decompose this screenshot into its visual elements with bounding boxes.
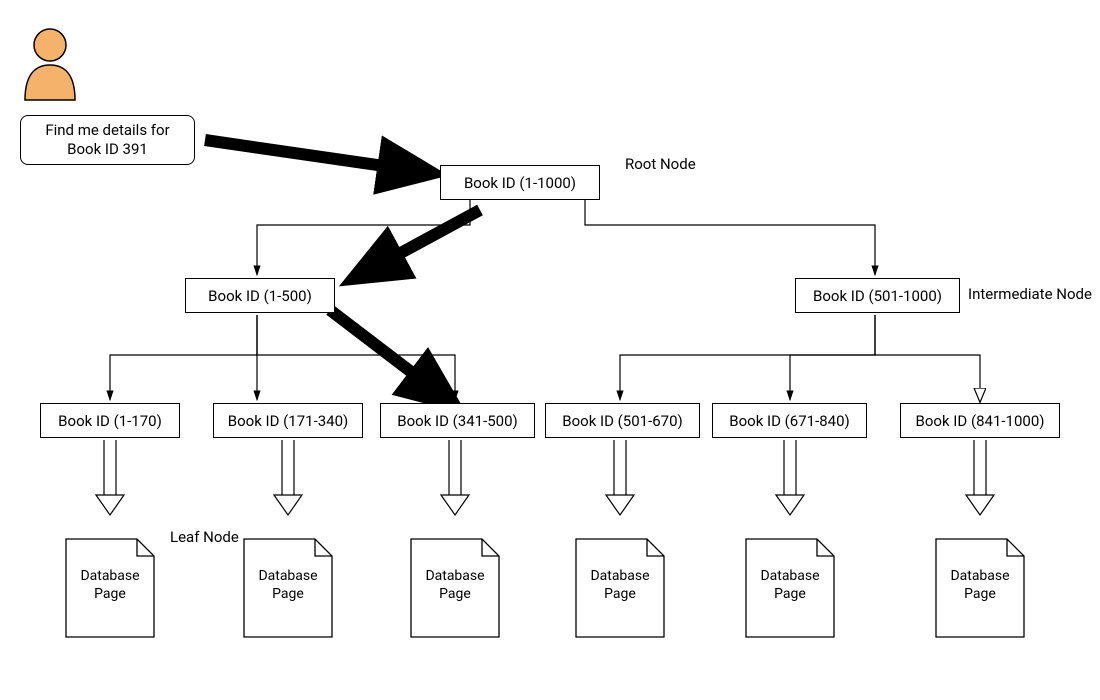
db-page-label: Database Page bbox=[745, 568, 835, 603]
leaf-2: Book ID (171-340) bbox=[213, 403, 363, 438]
db-page-1: Database Page bbox=[65, 538, 155, 638]
user-icon bbox=[25, 29, 75, 100]
db-page-3: Database Page bbox=[410, 538, 500, 638]
db-page-label: Database Page bbox=[410, 568, 500, 603]
edge-r-leaf5 bbox=[790, 315, 875, 400]
path-arrow-2 bbox=[330, 310, 448, 400]
intermediate-right: Book ID (501-1000) bbox=[795, 278, 960, 313]
leaf-6: Book ID (841-1000) bbox=[900, 403, 1060, 438]
db-page-label: Database Page bbox=[575, 568, 665, 603]
leaf-node-label: Leaf Node bbox=[170, 528, 239, 546]
edge-r-leaf6 bbox=[875, 315, 980, 400]
query-arrow bbox=[205, 140, 425, 172]
edge-root-left bbox=[257, 200, 470, 275]
leaf-page-arrows bbox=[96, 440, 994, 515]
db-page-2: Database Page bbox=[243, 538, 333, 638]
edge-l-leaf3 bbox=[257, 315, 455, 400]
db-page-label: Database Page bbox=[243, 568, 333, 603]
leaf-1: Book ID (1-170) bbox=[40, 403, 180, 438]
intermediate-left: Book ID (1-500) bbox=[185, 278, 335, 313]
edge-root-right bbox=[585, 200, 875, 275]
root-node: Book ID (1-1000) bbox=[440, 165, 600, 200]
db-page-6: Database Page bbox=[935, 538, 1025, 638]
root-node-label: Root Node bbox=[625, 155, 696, 173]
leaf-4: Book ID (501-670) bbox=[545, 403, 700, 438]
edge-l-leaf1 bbox=[110, 315, 257, 400]
edge-r-leaf4 bbox=[620, 315, 875, 400]
db-page-4: Database Page bbox=[575, 538, 665, 638]
db-page-label: Database Page bbox=[935, 568, 1025, 603]
intermediate-node-label: Intermediate Node bbox=[968, 285, 1092, 303]
query-box: Find me details for Book ID 391 bbox=[20, 115, 195, 165]
db-page-5: Database Page bbox=[745, 538, 835, 638]
path-arrow-1 bbox=[360, 210, 480, 275]
leaf-3: Book ID (341-500) bbox=[380, 403, 535, 438]
db-page-label: Database Page bbox=[65, 568, 155, 603]
leaf-5: Book ID (671-840) bbox=[712, 403, 867, 438]
